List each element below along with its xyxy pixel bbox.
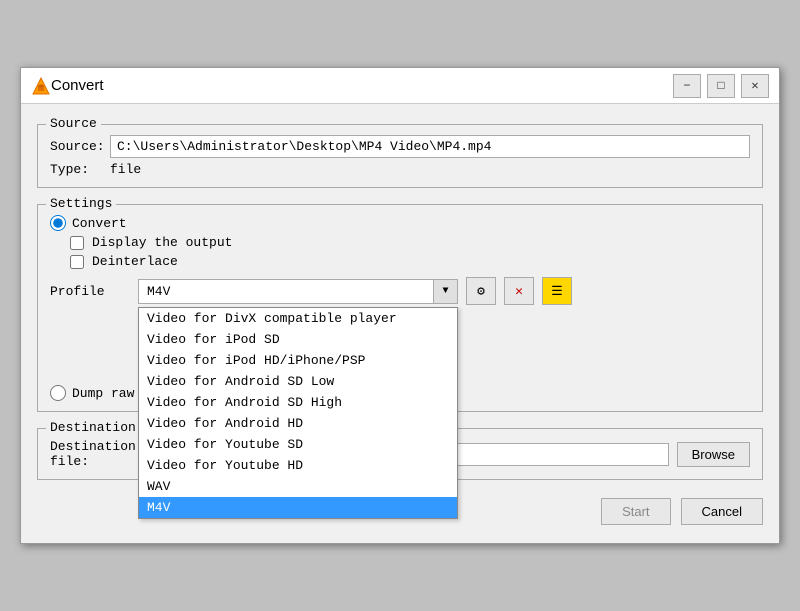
- display-output-checkbox[interactable]: [70, 236, 84, 250]
- source-group: Source Source: Type: file: [37, 124, 763, 188]
- dropdown-item-5[interactable]: Video for Android HD: [139, 413, 457, 434]
- source-row: Source:: [50, 135, 750, 158]
- window-controls: − □ ✕: [673, 74, 769, 98]
- source-key-label: Source:: [50, 139, 110, 154]
- dropdown-item-6[interactable]: Video for Youtube SD: [139, 434, 457, 455]
- settings-group: Settings Convert Display the output Dein…: [37, 204, 763, 412]
- profile-dropdown-wrapper: M4V ▼ Video for DivX compatible player V…: [138, 279, 458, 304]
- profile-label: Profile: [50, 284, 130, 299]
- profile-settings-button[interactable]: ⚙: [466, 277, 496, 305]
- close-button[interactable]: ✕: [741, 74, 769, 98]
- start-button[interactable]: Start: [601, 498, 670, 525]
- profile-dropdown-list: Video for DivX compatible player Video f…: [138, 307, 458, 519]
- deinterlace-checkbox[interactable]: [70, 255, 84, 269]
- profile-row: Profile M4V ▼ Video for DivX compatible …: [50, 277, 750, 305]
- type-value-label: file: [110, 162, 141, 177]
- cancel-button[interactable]: Cancel: [681, 498, 763, 525]
- minimize-button[interactable]: −: [673, 74, 701, 98]
- profile-selected-value[interactable]: M4V: [139, 280, 457, 303]
- dropdown-item-8[interactable]: WAV: [139, 476, 457, 497]
- display-output-label: Display the output: [92, 235, 232, 250]
- settings-group-label: Settings: [46, 196, 116, 211]
- type-key-label: Type:: [50, 162, 110, 177]
- convert-radio[interactable]: [50, 215, 66, 231]
- destination-group-label: Destination: [46, 420, 140, 435]
- source-path-input[interactable]: [110, 135, 750, 158]
- deinterlace-label: Deinterlace: [92, 254, 178, 269]
- convert-window: Convert − □ ✕ Source Source: Type: file …: [20, 67, 780, 544]
- dropdown-item-0[interactable]: Video for DivX compatible player: [139, 308, 457, 329]
- dropdown-item-4[interactable]: Video for Android SD High: [139, 392, 457, 413]
- maximize-button[interactable]: □: [707, 74, 735, 98]
- window-title: Convert: [51, 77, 673, 94]
- title-bar: Convert − □ ✕: [21, 68, 779, 104]
- window-content: Source Source: Type: file Settings Conve…: [21, 104, 779, 543]
- display-output-row: Display the output: [70, 235, 750, 250]
- profile-edit-button[interactable]: ☰: [542, 277, 572, 305]
- convert-radio-label: Convert: [72, 216, 127, 231]
- browse-button[interactable]: Browse: [677, 442, 750, 467]
- source-group-label: Source: [46, 116, 101, 131]
- dropdown-item-7[interactable]: Video for Youtube HD: [139, 455, 457, 476]
- profile-delete-button[interactable]: ✕: [504, 277, 534, 305]
- dump-raw-radio[interactable]: [50, 385, 66, 401]
- dropdown-item-9[interactable]: M4V: [139, 497, 457, 518]
- dropdown-item-3[interactable]: Video for Android SD Low: [139, 371, 457, 392]
- dropdown-item-1[interactable]: Video for iPod SD: [139, 329, 457, 350]
- convert-radio-row: Convert: [50, 215, 750, 231]
- type-row: Type: file: [50, 162, 750, 177]
- vlc-icon: [31, 76, 51, 96]
- deinterlace-row: Deinterlace: [70, 254, 750, 269]
- dropdown-item-2[interactable]: Video for iPod HD/iPhone/PSP: [139, 350, 457, 371]
